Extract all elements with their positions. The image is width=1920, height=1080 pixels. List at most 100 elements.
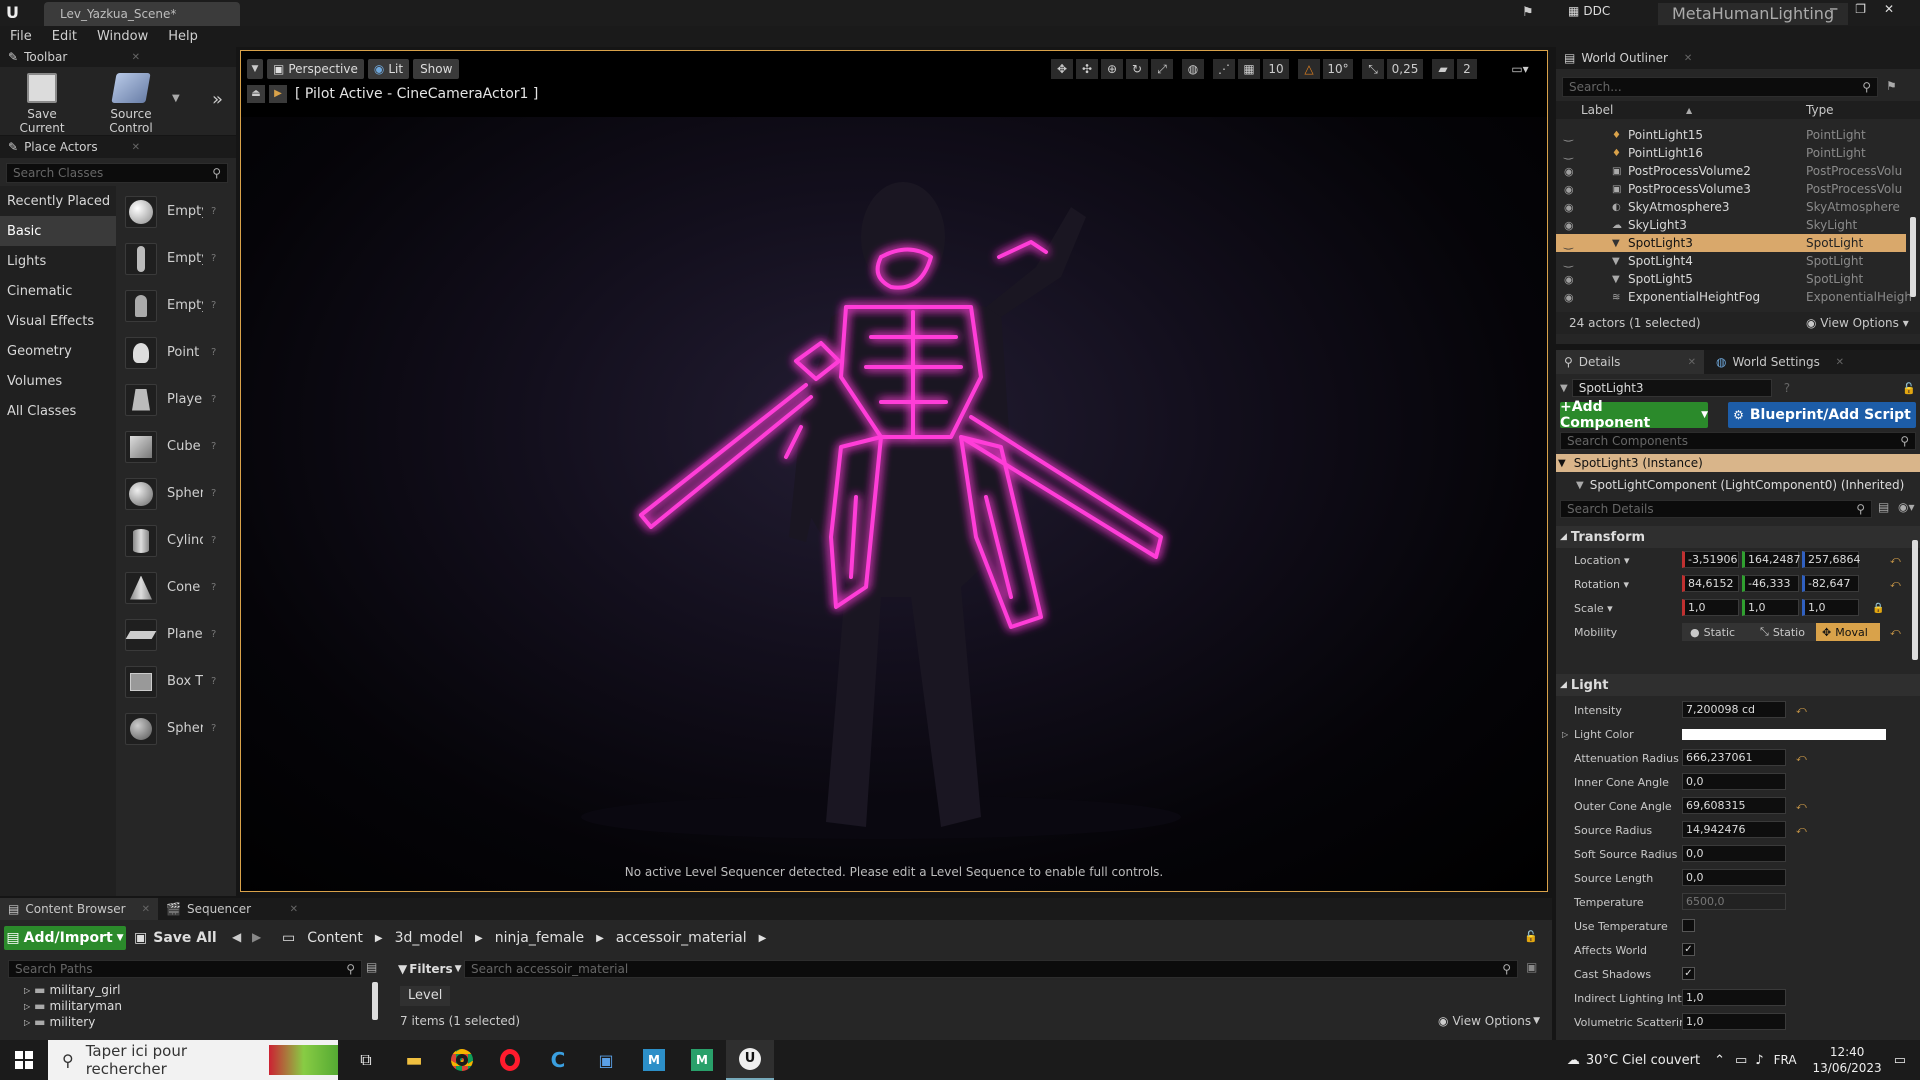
close-tab-icon[interactable]: ✕ xyxy=(132,142,140,153)
visibility-icon[interactable]: ◉ xyxy=(1564,291,1584,304)
intensity-field[interactable]: 7,200098 cd xyxy=(1682,701,1786,718)
reset-icon[interactable]: ⤺ xyxy=(1796,705,1807,716)
help-icon[interactable]: ? xyxy=(211,535,216,546)
actor-item[interactable]: Plane? xyxy=(0,611,236,658)
help-icon[interactable]: ? xyxy=(1784,381,1790,395)
expand-icon[interactable]: ▷ xyxy=(24,986,30,995)
menu-edit[interactable]: Edit xyxy=(42,29,87,44)
actor-item[interactable]: Cylind? xyxy=(0,517,236,564)
menu-file[interactable]: File xyxy=(0,29,42,44)
perspective-button[interactable]: ▣ Perspective xyxy=(267,59,364,79)
outliner-row[interactable]: ‿ ♦ PointLight15 PointLight xyxy=(1556,126,1906,144)
actor-item[interactable]: Cone? xyxy=(0,564,236,611)
light-color-swatch[interactable] xyxy=(1682,729,1886,740)
search-paths-input[interactable]: Search Paths ⚲ xyxy=(8,960,362,978)
visibility-icon[interactable]: ◉ xyxy=(1564,201,1584,214)
close-tab-icon[interactable]: ✕ xyxy=(1836,357,1844,368)
col-type[interactable]: Type xyxy=(1806,103,1834,117)
actor-item[interactable]: Empty? xyxy=(0,235,236,282)
visibility-icon[interactable]: ‿ xyxy=(1564,255,1584,268)
layout-icon[interactable]: ▭▾ xyxy=(1500,59,1540,79)
expand-icon[interactable]: ▷ xyxy=(1562,730,1568,739)
outliner-row-selected[interactable]: ‿ ▼ SpotLight3 SpotLight xyxy=(1556,234,1906,252)
transform-header[interactable]: ◢ Transform xyxy=(1556,526,1920,548)
windows-start-icon[interactable] xyxy=(0,1040,48,1080)
attenuation-field[interactable]: 666,237061 xyxy=(1682,749,1786,766)
expand-icon[interactable]: ▷ xyxy=(24,1002,30,1011)
scale-label[interactable]: Scale ▾ xyxy=(1574,602,1613,615)
folder-item[interactable]: ▷ ▬ militery xyxy=(24,1014,122,1030)
outliner-scrollbar[interactable] xyxy=(1910,217,1916,297)
close-tab-icon[interactable]: ✕ xyxy=(290,904,298,915)
breadcrumb-content[interactable]: Content xyxy=(307,930,363,946)
eye-icon[interactable]: ◉▾ xyxy=(1898,500,1915,514)
add-component-button[interactable]: +Add Component ▼ xyxy=(1560,399,1708,431)
light-header[interactable]: ◢ Light xyxy=(1556,674,1920,696)
opera-icon[interactable] xyxy=(486,1049,534,1071)
breadcrumb-separator-icon[interactable]: ▶ xyxy=(375,933,383,944)
help-icon[interactable]: ? xyxy=(211,300,216,311)
scale-x-field[interactable]: 1,0 xyxy=(1682,599,1739,616)
actor-item[interactable]: Spher? xyxy=(0,705,236,752)
rotation-x-field[interactable]: 84,6152 xyxy=(1682,575,1739,592)
visibility-icon[interactable]: ◉ xyxy=(1564,219,1584,232)
level-filter-chip[interactable]: Level xyxy=(400,986,451,1006)
help-icon[interactable]: ? xyxy=(211,394,216,405)
breadcrumb-separator-icon[interactable]: ▶ xyxy=(475,933,483,944)
outliner-search-input[interactable]: Search... ⚲ xyxy=(1562,77,1878,97)
view-options-button[interactable]: ◉ View Options ▾ xyxy=(1806,316,1909,330)
component-instance-row[interactable]: ▼ SpotLight3 (Instance) xyxy=(1556,454,1920,472)
visibility-icon[interactable]: ‿ xyxy=(1564,147,1584,160)
save-current-button[interactable]: Save Current xyxy=(6,71,78,135)
close-tab-icon[interactable]: ✕ xyxy=(132,52,140,63)
blueprint-button[interactable]: ⚙ Blueprint/Add Script xyxy=(1728,402,1916,428)
component-row[interactable]: ▼ SpotLightComponent (LightComponent0) (I… xyxy=(1576,476,1904,494)
breadcrumb-ninja-female[interactable]: ninja_female xyxy=(495,930,584,946)
surface-snap-icon[interactable]: ⋰ xyxy=(1213,59,1235,79)
source-length-field[interactable]: 0,0 xyxy=(1682,869,1786,886)
outer-cone-field[interactable]: 69,608315 xyxy=(1682,797,1786,814)
camera-speed-value[interactable]: 2 xyxy=(1457,59,1477,79)
visibility-icon[interactable]: ◉ xyxy=(1564,183,1584,196)
show-button[interactable]: Show xyxy=(413,59,460,79)
outliner-row[interactable]: ◉ ☁ SkyLight3 SkyLight xyxy=(1556,216,1906,234)
weather-icon[interactable]: ☁ xyxy=(1567,1053,1580,1068)
reset-icon[interactable]: ⤺ xyxy=(1796,753,1807,764)
tray-chevron-icon[interactable]: ⌃ xyxy=(1714,1053,1725,1068)
scale-snap-value[interactable]: 0,25 xyxy=(1387,59,1423,79)
tab-content-browser[interactable]: ▤ Content Browser ✕ xyxy=(0,898,158,920)
actor-item[interactable]: Spher? xyxy=(0,470,236,517)
forward-icon[interactable]: ▶ xyxy=(252,930,261,944)
breadcrumb-separator-icon[interactable]: ▶ xyxy=(596,933,604,944)
rotate-icon[interactable]: ✣ xyxy=(1076,59,1098,79)
minimize-button[interactable]: ─ xyxy=(1830,2,1837,16)
rotation-z-field[interactable]: -82,647 xyxy=(1802,575,1859,592)
help-icon[interactable]: ? xyxy=(211,441,216,452)
scale-snap-icon[interactable]: ⤡ xyxy=(1362,59,1384,79)
source-control-dropdown-icon[interactable]: ▼ xyxy=(172,93,180,104)
sources-scrollbar[interactable] xyxy=(372,982,378,1020)
weather-text[interactable]: 30°C Ciel couvert xyxy=(1586,1053,1700,1068)
actor-item[interactable]: Cube? xyxy=(0,423,236,470)
breadcrumb-accessoir-material[interactable]: accessoir_material xyxy=(616,930,747,946)
tab-sequencer[interactable]: 🎬 Sequencer ✕ xyxy=(158,898,306,920)
reset-icon[interactable]: ⤺ xyxy=(1890,627,1901,638)
maximize-button[interactable]: ❐ xyxy=(1855,2,1866,16)
search-assets-input[interactable]: Search accessoir_material ⚲ xyxy=(464,960,1518,978)
tab-world-settings[interactable]: ◍ World Settings ✕ xyxy=(1704,350,1852,374)
folder-item[interactable]: ▷ ▬ military_girl xyxy=(24,982,122,998)
close-tab-icon[interactable]: ✕ xyxy=(1688,357,1696,368)
search-details-input[interactable]: Search Details ⚲ xyxy=(1560,500,1872,518)
mobility-static-button[interactable]: ● Static xyxy=(1682,623,1754,641)
lock-icon[interactable]: 🔓 xyxy=(1902,382,1916,395)
col-label[interactable]: Label xyxy=(1581,103,1613,117)
help-icon[interactable]: ? xyxy=(211,488,216,499)
network-icon[interactable]: ▭ xyxy=(1735,1053,1747,1068)
soft-source-radius-field[interactable]: 0,0 xyxy=(1682,845,1786,862)
reset-icon[interactable]: ⤺ xyxy=(1796,801,1807,812)
grid-snap-value[interactable]: 10 xyxy=(1263,59,1289,79)
actor-item[interactable]: Empty? xyxy=(0,282,236,329)
store-icon[interactable]: ▣ xyxy=(582,1051,630,1070)
actor-name-field[interactable]: SpotLight3 xyxy=(1571,379,1772,397)
outliner-row[interactable]: ◉ ▼ SpotLight5 SpotLight xyxy=(1556,270,1906,288)
